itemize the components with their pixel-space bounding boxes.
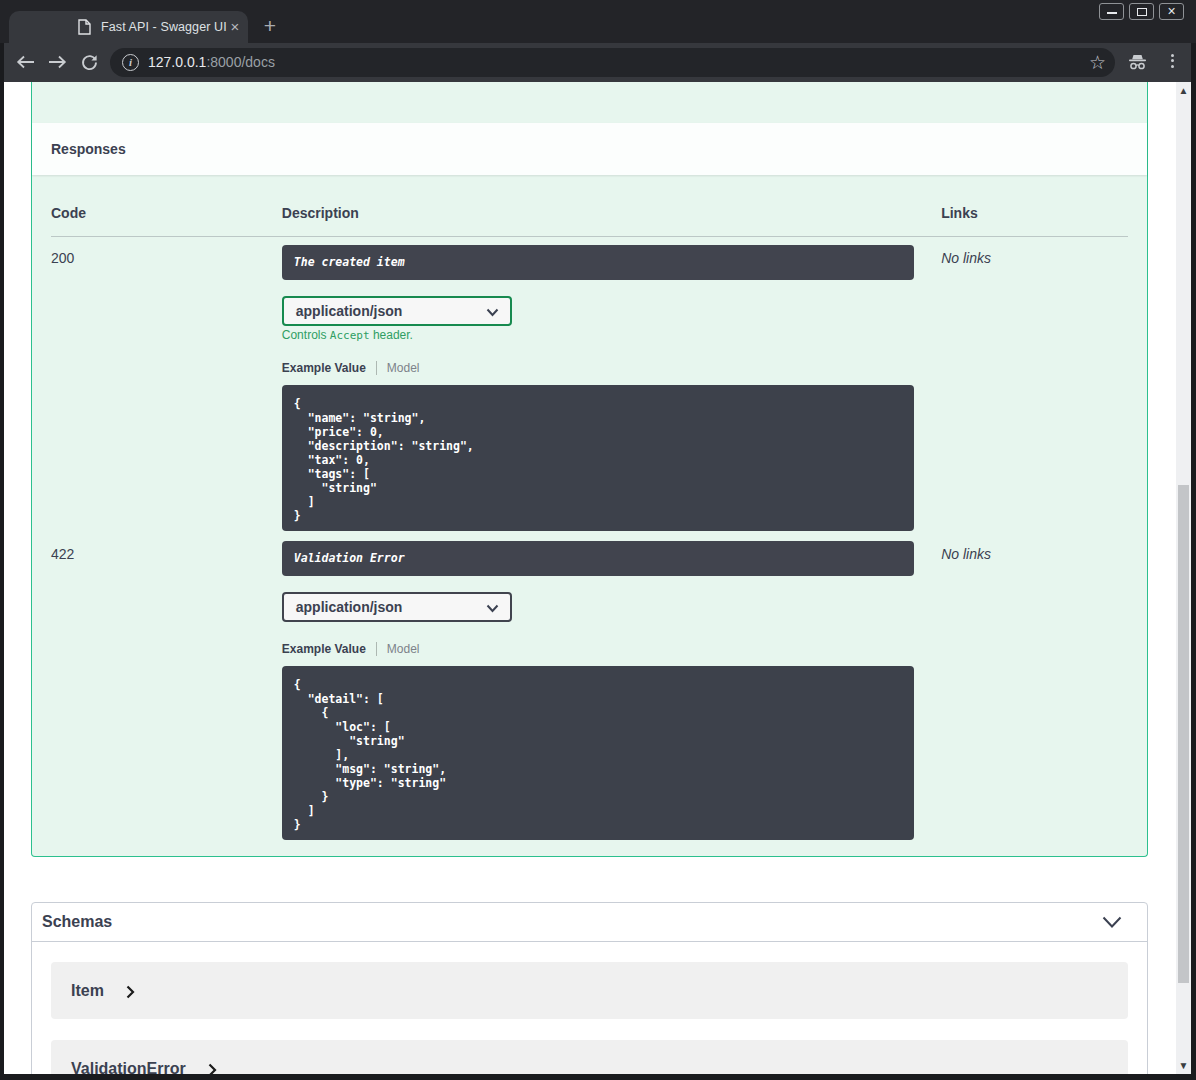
column-links: Links [941, 205, 1128, 221]
controls-accept-message: Controls Accept header. [282, 329, 941, 342]
scroll-up-arrow[interactable]: ▲ [1176, 85, 1191, 96]
browser-menu-icon[interactable] [1171, 51, 1174, 70]
chevron-down-icon [486, 308, 499, 317]
model-validationerror[interactable]: ValidationError [51, 1040, 1128, 1074]
tab-model[interactable]: Model [387, 361, 420, 375]
browser-tab[interactable]: Fast API - Swagger UI × [9, 11, 248, 43]
responses-section-header: Responses [32, 123, 1147, 175]
chevron-down-icon [486, 604, 499, 613]
example-model-tabs: Example Value Model [282, 641, 941, 656]
forward-button[interactable] [48, 55, 67, 73]
example-json-code: { "name": "string", "price": 0, "descrip… [282, 385, 914, 531]
media-type-select[interactable]: application/json [282, 296, 512, 326]
bookmark-star-icon[interactable]: ☆ [1089, 48, 1106, 77]
media-type-select[interactable]: application/json [282, 592, 512, 622]
responses-title: Responses [51, 141, 126, 157]
maximize-button[interactable] [1129, 3, 1154, 20]
response-code: 200 [51, 245, 282, 531]
tab-title: Fast API - Swagger UI [101, 20, 227, 34]
tab-close-icon[interactable]: × [223, 15, 247, 39]
column-description: Description [282, 205, 941, 221]
site-info-icon[interactable]: i [122, 54, 139, 71]
schemas-section: Schemas Item ValidationError [31, 902, 1148, 1074]
response-description: The created item [282, 245, 914, 280]
tab-example-value[interactable]: Example Value [282, 361, 366, 375]
column-code: Code [51, 205, 282, 221]
tab-example-value[interactable]: Example Value [282, 642, 366, 656]
scrollbar-thumb[interactable] [1178, 485, 1189, 983]
responses-table: Code Description Links 200 The created i… [32, 175, 1147, 856]
tab-model[interactable]: Model [387, 642, 420, 656]
browser-toolbar: i 127.0.0.1:8000/docs ☆ [4, 43, 1191, 82]
url-text[interactable]: 127.0.0.1:8000/docs [148, 48, 275, 77]
schemas-title: Schemas [42, 913, 112, 931]
back-button[interactable] [16, 55, 35, 73]
response-links: No links [941, 541, 1128, 840]
response-row-422: 422 Validation Error application/json Ex… [51, 531, 1128, 840]
new-tab-button[interactable]: + [256, 13, 284, 41]
opblock-responses-section: Responses Code Description Links 200 The… [31, 82, 1148, 857]
minimize-button[interactable] [1099, 3, 1124, 20]
swagger-page: Responses Code Description Links 200 The… [4, 82, 1176, 1074]
schemas-header[interactable]: Schemas [32, 903, 1147, 942]
response-description: Validation Error [282, 541, 914, 576]
page-icon [78, 19, 91, 39]
example-json-code: { "detail": [ { "loc": [ "string" ], "ms… [282, 666, 914, 840]
scrollbar[interactable]: ▲ ▼ [1176, 82, 1191, 1074]
scroll-down-arrow[interactable]: ▼ [1176, 1060, 1191, 1071]
model-item[interactable]: Item [51, 962, 1128, 1019]
chevron-right-icon [126, 985, 135, 999]
response-code: 422 [51, 541, 282, 840]
reload-button[interactable] [81, 54, 98, 75]
response-links: No links [941, 245, 1128, 531]
window-controls: × [1099, 3, 1184, 20]
example-model-tabs: Example Value Model [282, 360, 941, 375]
models-list: Item ValidationError [32, 942, 1147, 1074]
close-button[interactable]: × [1159, 3, 1184, 20]
incognito-icon [1128, 55, 1147, 74]
responses-table-header: Code Description Links [51, 175, 1128, 237]
chevron-down-icon [1102, 916, 1122, 929]
chevron-right-icon [208, 1063, 217, 1075]
response-row-200: 200 The created item application/json Co… [51, 237, 1128, 531]
address-bar[interactable]: i 127.0.0.1:8000/docs ☆ [110, 48, 1115, 77]
page-viewport: Responses Code Description Links 200 The… [4, 82, 1191, 1074]
tab-strip: Fast API - Swagger UI × + × [0, 0, 1196, 43]
